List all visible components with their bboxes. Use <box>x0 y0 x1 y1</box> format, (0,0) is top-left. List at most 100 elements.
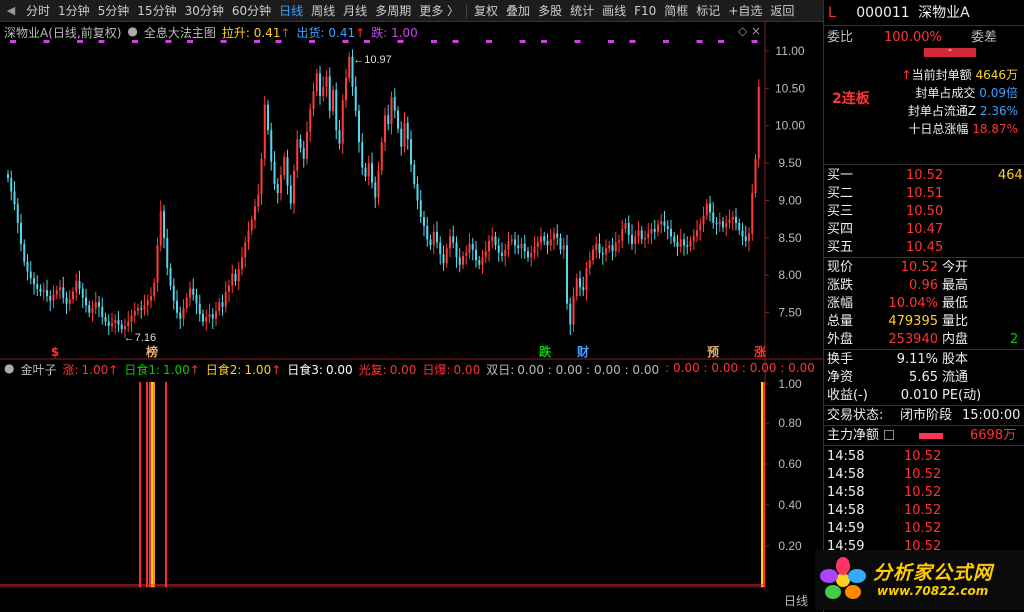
candle-body-down <box>335 89 338 131</box>
period-toolbar: ◀ 分时 1分钟 5分钟 15分钟 30分钟 60分钟 日线 周线 月线 多周期 更多 〉复权 叠加多… <box>0 0 823 22</box>
chart-area[interactable]: 7.50 8.00 8.50 9.00 9.50 10.00 10.50 11.00 ←10.9… <box>0 22 836 588</box>
candle-body-up <box>241 257 243 270</box>
candle-body-up <box>484 251 487 258</box>
sub-legend-item: : 0.00 : 0.00 : 0.00 : 0.00 <box>665 361 818 378</box>
weibi-label: 委比 <box>827 30 854 45</box>
toolbar-item[interactable]: F10 <box>630 0 660 21</box>
candle-body-up <box>618 240 620 243</box>
toolbar-item[interactable]: 复权 <box>470 0 502 21</box>
candle-body-down <box>192 288 195 295</box>
toolbar-item[interactable]: 30分钟 <box>181 0 228 21</box>
toolbar-item[interactable]: 5分钟 <box>94 0 134 21</box>
signal-dot <box>486 40 492 43</box>
toolbar-item[interactable]: 画线 <box>598 0 630 21</box>
nav-back-icon[interactable]: ◀ <box>0 0 22 21</box>
sub-legend-item: 日食1: 1.00↑ <box>124 363 200 377</box>
toolbar-item[interactable]: 多股 <box>534 0 566 21</box>
candle-body-up <box>689 240 692 247</box>
period-label[interactable]: 日线 <box>784 592 808 609</box>
toolbar-item[interactable]: 月线 <box>339 0 371 21</box>
indicator-name[interactable]: 全息大法主图 <box>144 24 216 41</box>
toolbar-item[interactable]: 日线 <box>275 0 307 21</box>
tick-price: 10.52 <box>904 449 942 464</box>
stat-label-2: 流通 <box>942 370 969 385</box>
sub-y-tick-label: 0.60 <box>778 457 802 471</box>
candle-body-up <box>205 317 208 322</box>
candle-body-up <box>380 142 383 171</box>
expand-toggle[interactable]: ⌃ <box>824 48 1024 58</box>
net-bar <box>919 433 943 439</box>
toolbar-item[interactable]: 标记 <box>692 0 724 21</box>
candle-body-down <box>10 178 13 192</box>
candle-body-up <box>757 86 760 159</box>
candle-body-down <box>709 203 711 213</box>
out-value: 0.41 <box>328 26 356 40</box>
tick-row: 14:58 10.52 <box>824 502 1024 520</box>
seal-amount-value: 4646万 <box>975 68 1018 82</box>
candle-body-up <box>231 273 234 286</box>
candle-body-up <box>696 230 698 237</box>
y-tick-label: 11.00 <box>775 44 804 58</box>
bid-row[interactable]: 买二 10.51 <box>824 185 1024 203</box>
candle-body-down <box>611 245 614 252</box>
stat-label-2: 最低 <box>942 296 969 311</box>
candle-body-down <box>566 245 568 304</box>
candle-body-up <box>595 243 598 250</box>
toolbar-item[interactable]: 15分钟 <box>133 0 180 21</box>
bid-list: 买一 10.52 464 买二 10.51 买三 10.50 买四 10.47 买五 10.45 <box>824 164 1024 257</box>
sub-legend-label: 光复: <box>358 363 387 377</box>
candle-body-down <box>328 76 331 111</box>
collapse-icon[interactable]: ◇ × <box>738 24 761 38</box>
stat-row: 换手 9.11% 股本 <box>824 351 1024 369</box>
toolbar-item[interactable]: 统计 <box>566 0 598 21</box>
stat-label-2: 今开 <box>942 260 969 275</box>
toolbar-item[interactable]: 简框 <box>660 0 692 21</box>
candle-body-up <box>754 158 757 193</box>
flower-logo-icon <box>820 557 866 599</box>
ten-day-label: 十日总涨幅 <box>908 122 969 136</box>
candle-body-down <box>289 185 292 204</box>
toolbar-item[interactable]: 叠加 <box>502 0 534 21</box>
candle-body-up <box>143 305 146 310</box>
sub-legend-label: 日爆: <box>422 363 451 377</box>
sub-indicator-dropdown-icon[interactable]: ● <box>4 361 14 378</box>
candle-body-down <box>140 308 143 310</box>
indicator-dropdown-icon[interactable]: ● <box>127 24 137 41</box>
y-tick-label: 9.50 <box>778 156 802 170</box>
candle-body-down <box>419 200 422 217</box>
candle-body-up <box>182 308 185 319</box>
candle-body-up <box>462 255 464 265</box>
candle-body-up <box>468 243 471 253</box>
toolbar-item[interactable]: 1分钟 <box>54 0 94 21</box>
list-icon[interactable] <box>884 430 894 440</box>
marker-label: 涨 <box>754 344 766 359</box>
candle-body-down <box>546 240 549 246</box>
toolbar-item[interactable]: 多周期 <box>371 0 415 21</box>
toolbar-item[interactable]: 分时 <box>22 0 54 21</box>
tick-price: 10.52 <box>904 467 942 482</box>
stat-value: 479395 <box>888 314 938 329</box>
bid-row[interactable]: 买五 10.45 <box>824 239 1024 257</box>
toolbar-item[interactable]: 60分钟 <box>228 0 275 21</box>
expand-arrow-icon[interactable]: ⌃ <box>924 48 976 57</box>
toolbar-item[interactable]: +自选 <box>724 0 766 21</box>
candle-body-up <box>377 170 380 198</box>
candle-body-up <box>585 267 588 291</box>
candle-body-up <box>124 326 126 330</box>
quote-panel: L 000011 深物业A 委比 100.00% 委差 ⌃ 2连板 ↑当前封单额… <box>823 0 1024 612</box>
candle-body-down <box>267 104 269 131</box>
candle-body-down <box>361 142 364 168</box>
candle-body-down <box>517 245 520 249</box>
toolbar-item[interactable]: 更多 〉 <box>415 0 463 21</box>
bid-row[interactable]: 买四 10.47 <box>824 221 1024 239</box>
kline-chart-svg[interactable]: 7.50 8.00 8.50 9.00 9.50 10.00 10.50 11.00 ←10.9… <box>0 22 823 588</box>
candle-body-down <box>270 130 273 162</box>
bid-row[interactable]: 买一 10.52 464 <box>824 167 1024 185</box>
toolbar-item[interactable]: 周线 <box>307 0 339 21</box>
logo-url: www.70822.com <box>877 584 989 598</box>
toolbar-item[interactable]: 返回 <box>766 0 798 21</box>
sub-indicator-name[interactable]: 金叶子 <box>20 361 56 378</box>
bid-row[interactable]: 买三 10.50 <box>824 203 1024 221</box>
candle-body-up <box>384 115 386 143</box>
sub-legend-label: 日食1: <box>124 363 161 377</box>
